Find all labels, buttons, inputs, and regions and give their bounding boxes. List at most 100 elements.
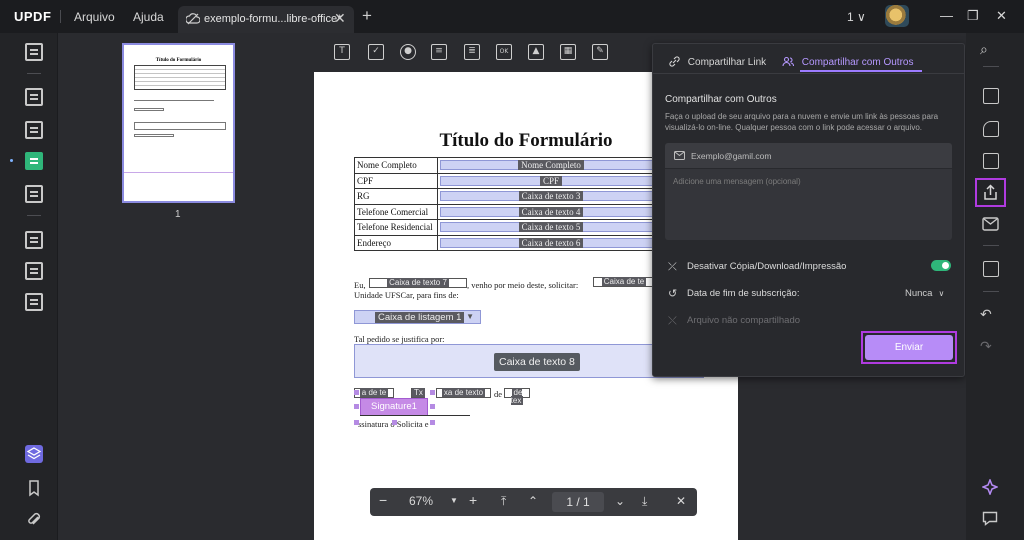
resize-handle[interactable] <box>354 404 359 409</box>
tab-share-link-label: Compartilhar Link <box>687 57 767 68</box>
expiry-dropdown[interactable]: Nunca ∨ <box>905 288 944 299</box>
zoom-in-button[interactable]: + <box>469 492 477 508</box>
paragraph-text: Unidade UFSCar, para fins de: <box>354 290 459 300</box>
avatar[interactable] <box>885 5 909 27</box>
protect-file-icon[interactable] <box>983 153 999 169</box>
tab-title: exemplo-formu...libre-office* <box>204 13 342 25</box>
resize-handle[interactable] <box>354 420 359 425</box>
zoom-out-button[interactable]: − <box>379 492 387 508</box>
radio-icon[interactable]: ● <box>400 44 416 60</box>
form-table: Nome Completo Nome Completo CPF CPF RG Caix… <box>354 157 665 251</box>
text-field-icon[interactable]: T <box>334 44 350 60</box>
signature-field[interactable]: Signature1 <box>360 398 428 416</box>
zoom-dropdown-icon[interactable]: ▼ <box>450 496 458 505</box>
message-field[interactable]: Adicione uma mensagem (opcional) <box>665 169 952 240</box>
share-icon[interactable] <box>982 184 999 201</box>
text-field[interactable]: Nome Completo <box>440 160 662 171</box>
ocr-icon[interactable] <box>983 88 999 104</box>
convert-icon[interactable] <box>983 121 999 137</box>
new-tab-button[interactable]: + <box>362 6 372 26</box>
thumbnail-fields <box>134 134 174 137</box>
minimize-icon[interactable]: — <box>940 8 953 23</box>
image-icon[interactable]: ▲ <box>528 44 544 60</box>
text-field-right[interactable]: Caixa de te <box>593 277 655 287</box>
text-field[interactable]: CPF <box>440 175 662 186</box>
organize-tool[interactable] <box>25 185 43 203</box>
mail-icon <box>674 151 685 160</box>
convert-tool[interactable] <box>25 231 43 249</box>
signature-icon[interactable]: ✎ <box>592 44 608 60</box>
undo-icon[interactable]: ↶ <box>980 307 992 323</box>
menu-ajuda[interactable]: Ajuda <box>133 10 164 24</box>
maximize-icon[interactable]: ❐ <box>967 8 979 24</box>
resize-handle[interactable] <box>430 420 435 425</box>
reader-icon <box>25 43 43 61</box>
document-tab[interactable]: exemplo-formu...libre-office* ✕ <box>178 6 354 33</box>
thumbnail-line <box>134 100 214 101</box>
text-field-7[interactable]: Caixa de texto 7 <box>369 278 467 288</box>
send-button[interactable]: Enviar <box>865 335 953 360</box>
protect-tool[interactable] <box>25 293 43 311</box>
share-panel: Compartilhar Link Compartilhar com Outro… <box>652 43 965 377</box>
form-tool[interactable] <box>25 152 43 170</box>
text-field[interactable]: Caixa de texto 3 <box>440 191 662 202</box>
listbox-field[interactable]: Caixa de listagem 1 ▼ <box>354 310 481 324</box>
tab-share-others[interactable]: Compartilhar com Outros <box>782 56 913 68</box>
tab-share-link[interactable]: Compartilhar Link <box>669 56 766 68</box>
row-label: RG <box>354 188 438 205</box>
divider <box>983 291 999 292</box>
zoom-level[interactable]: 67% <box>409 494 433 508</box>
first-page-icon[interactable]: ⤒ <box>501 494 506 509</box>
search-icon[interactable]: ⌕ <box>980 42 988 58</box>
reader-tool[interactable] <box>25 43 43 61</box>
thumbnail-page-number: 1 <box>175 209 181 220</box>
combobox-icon[interactable]: ≡ <box>431 44 447 60</box>
page-selector[interactable]: 1 ∨ <box>847 10 866 24</box>
next-page-icon[interactable]: ⌄ <box>615 494 625 508</box>
edit-tool[interactable] <box>25 121 43 139</box>
date-field[interactable]: Tx <box>411 388 425 398</box>
disable-copy-toggle[interactable] <box>931 260 951 271</box>
page-thumbnail[interactable]: Título do Formulário <box>122 43 235 203</box>
prev-page-icon[interactable]: ⌃ <box>528 494 538 508</box>
redo-icon[interactable]: ↷ <box>980 339 992 355</box>
row-label: Endereço <box>354 234 438 251</box>
text-field[interactable]: Caixa de texto 5 <box>440 222 662 233</box>
row-label: Telefone Comercial <box>354 203 438 220</box>
close-zoom-bar-icon[interactable]: ✕ <box>676 494 686 508</box>
layers-tool[interactable] <box>25 445 43 463</box>
date-field[interactable]: a de te <box>354 388 394 398</box>
crop-tool[interactable] <box>25 262 43 280</box>
field-name: Caixa de texto 7 <box>387 278 449 287</box>
button-icon[interactable]: OK <box>496 44 512 60</box>
date-field[interactable]: xa de texto <box>436 388 491 398</box>
text-field[interactable]: Caixa de texto 4 <box>440 206 662 217</box>
menu-arquivo[interactable]: Arquivo <box>74 10 115 24</box>
listbox-icon[interactable]: ≣ <box>464 44 480 60</box>
close-window-icon[interactable]: ✕ <box>996 8 1007 24</box>
checkbox-icon[interactable]: ✓ <box>368 44 384 60</box>
comment-tool[interactable] <box>25 88 43 106</box>
no-copy-icon: ⤫ <box>668 260 677 273</box>
tab-close-icon[interactable]: ✕ <box>334 10 346 27</box>
bookmark-icon <box>29 480 39 497</box>
bookmark-button[interactable] <box>25 479 43 497</box>
page-indicator[interactable]: 1 / 1 <box>552 492 604 512</box>
share-description: Faça o upload de seu arquivo para a nuve… <box>665 112 939 132</box>
resize-handle[interactable] <box>430 390 435 395</box>
date-icon[interactable]: ▦ <box>560 44 576 60</box>
thumbnail-listbox <box>134 108 164 111</box>
resize-handle[interactable] <box>392 420 397 425</box>
email-icon[interactable] <box>982 217 999 231</box>
ai-assistant-icon[interactable] <box>982 479 998 495</box>
comment-icon[interactable] <box>982 511 998 526</box>
field-name: Caixa de texto 3 <box>518 191 584 202</box>
attachment-button[interactable] <box>25 510 43 528</box>
text-field[interactable]: Caixa de texto 6 <box>440 237 662 248</box>
save-icon[interactable] <box>983 261 999 277</box>
resize-handle[interactable] <box>354 390 359 395</box>
date-field[interactable]: de tex <box>504 388 530 405</box>
email-field[interactable]: Exemplo@gamil.com <box>665 143 952 168</box>
last-page-icon[interactable]: ⤓ <box>642 494 647 509</box>
resize-handle[interactable] <box>430 404 435 409</box>
